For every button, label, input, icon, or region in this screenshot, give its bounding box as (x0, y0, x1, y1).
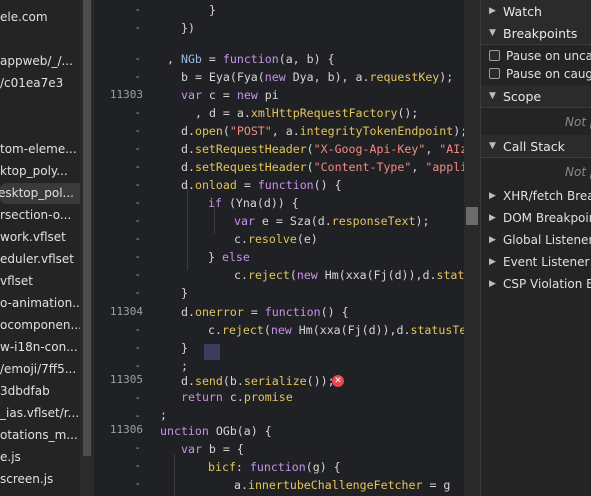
global-listeners-section[interactable]: ▶ Global Listeners (481, 229, 591, 251)
file-item[interactable]: work.vflset (0, 227, 80, 248)
caret-right-icon: ▶ (489, 191, 496, 201)
code-line: c.reject(new Hm(xxa(Fj(d)),d.statusText)… (208, 323, 464, 337)
code-line: var c = new pi (181, 88, 279, 102)
code-line: a.innertubeChallengeFetcher = g (234, 478, 451, 492)
editor-scrollbar-thumb[interactable] (466, 207, 478, 225)
file-item-selected[interactable]: esktop_pol... (0, 183, 80, 204)
file-list-scrollbar-thumb[interactable] (83, 0, 91, 456)
dom-breakpoints-section[interactable]: ▶ DOM Breakpoints (481, 207, 591, 229)
debugger-sidebar: ▶ Watch ▼ Breakpoints Pause on uncaught … (480, 0, 591, 496)
code-line: c.reject(new Hm(xxa(Fj(d)),d.status)) (234, 268, 464, 282)
pause-uncaught-checkbox[interactable] (489, 50, 500, 61)
csp-violation-breakpoints-section[interactable]: ▶ CSP Violation Breakpoints (481, 273, 591, 295)
text-cursor-highlight (204, 344, 220, 360)
code-line: bicf: function(g) { (208, 460, 341, 474)
file-item[interactable]: ocomponen... (0, 315, 80, 336)
pause-caught-option[interactable]: Pause on caught exceptions (481, 65, 591, 83)
watch-section-header[interactable]: ▶ Watch (481, 0, 591, 23)
code-line: var b = { (181, 442, 244, 456)
call-stack-empty-note: Not paused (565, 165, 591, 179)
file-item[interactable]: ktop_poly... (0, 161, 80, 182)
section-label: Watch (503, 4, 542, 19)
file-list-scrollbar[interactable] (80, 0, 94, 496)
xhr-breakpoints-section[interactable]: ▶ XHR/fetch Breakpoints (481, 185, 591, 207)
section-label: Global Listeners (503, 233, 591, 247)
code-line: d.onerror = function() { (181, 305, 349, 319)
code-line: , NGb = function(a, b) { (167, 52, 335, 66)
option-label: Pause on uncaught exceptions (506, 49, 591, 63)
caret-right-icon: ▶ (489, 257, 496, 267)
file-item[interactable]: ele.com (0, 7, 80, 28)
code-line: } else (208, 250, 250, 264)
event-listener-breakpoints-section[interactable]: ▶ Event Listener Breakpoints (481, 251, 591, 273)
pause-uncaught-option[interactable]: Pause on uncaught exceptions (481, 47, 591, 65)
code-line: }) (181, 21, 195, 35)
file-item[interactable]: /emoji/7ff5... (0, 359, 80, 380)
code-line: if (Yna(d)) { (208, 196, 299, 210)
file-item[interactable]: o-animation... (0, 293, 80, 314)
file-item[interactable]: tom-eleme... (0, 139, 80, 160)
section-label: Scope (503, 89, 542, 104)
indent-guide (174, 454, 175, 496)
scope-empty-note: Not paused (565, 115, 591, 129)
code-editor[interactable]: - - - - 11303 - - - - - - - - - - - 1130… (94, 0, 464, 496)
code-line: d.setRequestHeader("Content-Type", "appl… (181, 160, 464, 174)
code-line: return c.promise (181, 390, 293, 404)
file-item[interactable]: w-i18n-con... (0, 337, 80, 358)
caret-right-icon: ▶ (489, 235, 496, 245)
code-line: unction OGb(a) { (160, 424, 272, 438)
file-item[interactable]: /c01ea7e3 (0, 73, 80, 94)
scope-section-header[interactable]: ▼ Scope (481, 85, 591, 108)
caret-right-icon: ▶ (489, 279, 496, 289)
section-label: DOM Breakpoints (503, 211, 591, 225)
code-line: d.setRequestHeader("X-Goog-Api-Key", "AI… (181, 142, 464, 156)
section-label: Call Stack (503, 139, 565, 154)
caret-down-icon: ▼ (489, 28, 496, 38)
error-icon[interactable]: ✕ (332, 375, 344, 387)
caret-down-icon: ▼ (489, 91, 496, 101)
section-label: CSP Violation Breakpoints (503, 277, 591, 291)
file-item[interactable]: eduler.vflset (0, 249, 80, 270)
file-item[interactable]: vflset (0, 271, 80, 292)
file-item[interactable]: e.js (0, 447, 80, 468)
code-line: b = Eya(Fya(new Dya, b), a.requestKey); (181, 70, 454, 84)
file-item[interactable]: appweb/_/... (0, 51, 80, 72)
file-navigator: ele.com appweb/_/... /c01ea7e3 tom-eleme… (0, 0, 80, 496)
section-label: Event Listener Breakpoints (503, 255, 591, 269)
call-stack-section-header[interactable]: ▼ Call Stack (481, 135, 591, 158)
code-line: c.resolve(e) (234, 232, 318, 246)
caret-right-icon: ▶ (489, 6, 496, 16)
code-line: d.open("POST", a.integrityTokenEndpoint)… (181, 124, 464, 138)
section-label: Breakpoints (503, 26, 578, 41)
section-label: XHR/fetch Breakpoints (503, 189, 591, 203)
breakpoints-section-header[interactable]: ▼ Breakpoints (481, 22, 591, 45)
caret-right-icon: ▶ (489, 213, 496, 223)
file-item[interactable]: _ias.vflset/r... (0, 403, 80, 424)
indent-guide (187, 186, 188, 270)
option-label: Pause on caught exceptions (506, 67, 591, 81)
code-line: var e = Sza(d.responseText); (234, 214, 430, 228)
code-line: , d = a.xmlHttpRequestFactory(); (195, 106, 419, 120)
editor-scrollbar[interactable] (464, 0, 480, 496)
code-line: } (209, 3, 216, 17)
code-line: } (181, 286, 188, 300)
caret-down-icon: ▼ (489, 141, 496, 151)
code-lines[interactable]: } }) , NGb = function(a, b) { b = Eya(Fy… (94, 0, 464, 496)
file-item[interactable]: screen.js (0, 469, 80, 490)
code-line: d.onload = function() { (181, 178, 342, 192)
file-item[interactable]: 3dbdfab (0, 381, 80, 402)
file-item[interactable]: rsection-o... (0, 205, 80, 226)
pause-caught-checkbox[interactable] (489, 68, 500, 79)
file-item[interactable]: otations_m... (0, 425, 80, 446)
code-line: } (181, 341, 188, 355)
